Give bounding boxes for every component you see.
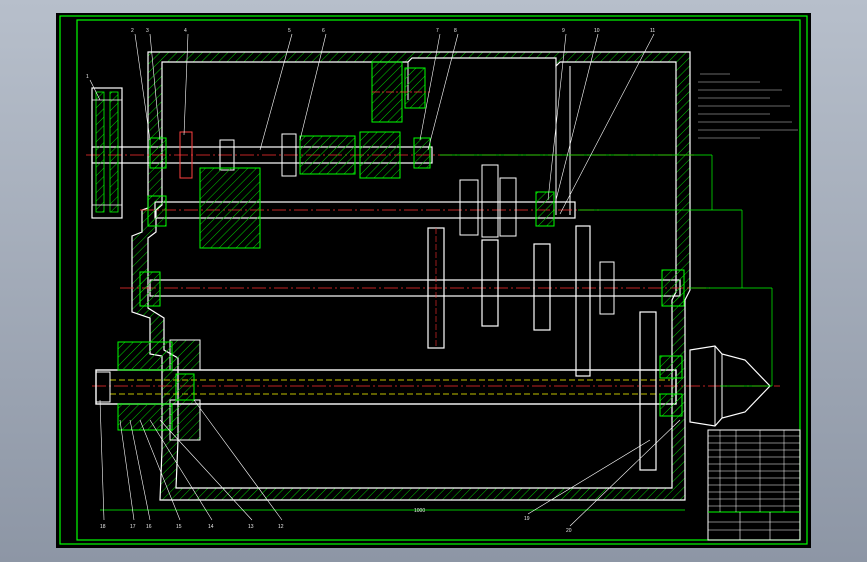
gearbox-housing: [131, 51, 691, 501]
bearing: [117, 403, 173, 431]
bearing: [661, 269, 685, 307]
part-number-label: 7: [436, 28, 439, 34]
overall-dimension-label: 1000: [414, 508, 425, 514]
part-number-label: 13: [248, 524, 254, 530]
part-number-label: 11: [650, 28, 655, 34]
bearing: [413, 137, 431, 169]
part-number-label: 8: [454, 28, 457, 34]
part-number-label: 17: [130, 524, 136, 530]
part-number-label: 9: [562, 28, 565, 34]
bearing: [149, 137, 167, 169]
cad-viewport[interactable]: 1 2 3 4 5 6 7 8 9 10 11 18 17 16 15 14 13 12 20 19 1000: [0, 0, 867, 562]
part-number-label: 18: [100, 524, 106, 530]
part-number-label: 19: [524, 516, 530, 522]
part-number-label: 2: [131, 28, 134, 34]
part-number-label: 16: [146, 524, 152, 530]
part-number-label: 1: [86, 74, 89, 80]
part-number-label: 5: [288, 28, 291, 34]
part-number-label: 3: [146, 28, 149, 34]
drawing-canvas: 12 3 4 5 6 7 8 9 10 11 18 17 16 15 14 13 122019 1000: [59, 15, 808, 545]
part-number-label: 4: [184, 28, 187, 34]
part-number-label: 20: [566, 528, 572, 534]
bottom-part-numbers: 18 17 16 15 14 13 12 20 19: [100, 516, 572, 534]
title-block: [707, 429, 801, 541]
technical-notes: [698, 73, 798, 139]
bearing: [117, 341, 173, 371]
bearing: [147, 195, 167, 227]
part-number-label: 10: [594, 28, 600, 34]
part-number-label: 6: [322, 28, 325, 34]
bearing: [659, 393, 683, 417]
pulley: [91, 87, 123, 219]
bom-table: [708, 430, 800, 512]
part-number-label: 12: [278, 524, 284, 530]
bearing: [139, 271, 161, 307]
bearing: [659, 355, 683, 379]
part-number-label: 14: [208, 524, 214, 530]
bearing: [535, 191, 555, 227]
part-number-label: 15: [176, 524, 182, 530]
drawing-sheet[interactable]: 1 2 3 4 5 6 7 8 9 10 11 18 17 16 15 14 13 12 20 19 1000: [56, 13, 811, 548]
